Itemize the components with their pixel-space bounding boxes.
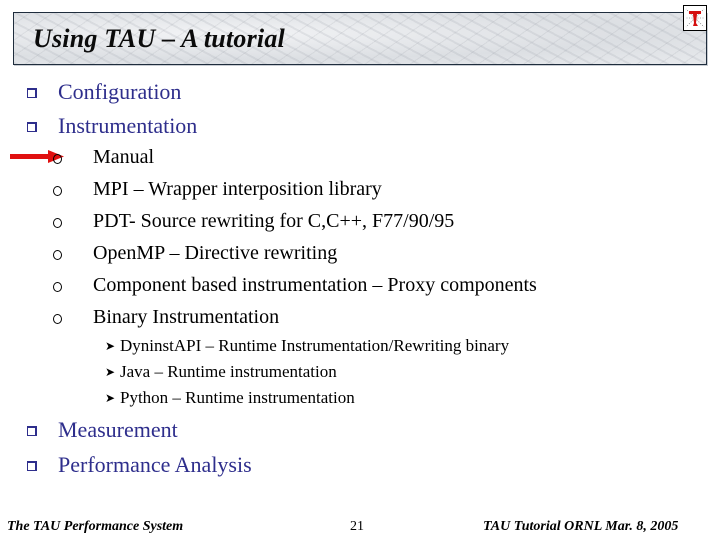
bullet-label: Performance Analysis: [58, 452, 252, 477]
sub-item-label: Binary Instrumentation: [93, 306, 280, 328]
binary-item-label: DyninstAPI – Runtime Instrumentation/Rew…: [120, 336, 510, 355]
sub-item-label: Manual: [93, 146, 155, 168]
page-number: 21: [350, 519, 364, 534]
bullet-label: Measurement: [58, 417, 178, 442]
circle-bullet-icon: [53, 282, 62, 292]
sub-item-label: MPI – Wrapper interposition library: [93, 178, 382, 200]
circle-bullet-icon: [53, 250, 62, 260]
footer-left: The TAU Performance System: [7, 519, 184, 534]
arrowhead-bullet-icon: ➤: [105, 339, 116, 353]
arrowhead-bullet-icon: ➤: [105, 365, 116, 379]
slide-title: Using TAU – A tutorial: [33, 24, 285, 53]
binary-item-label: Java – Runtime instrumentation: [120, 362, 337, 381]
square-bullet-icon: [27, 461, 37, 471]
sub-item-label: PDT- Source rewriting for C,C++, F77/90/…: [93, 210, 455, 232]
square-bullet-icon: [27, 88, 37, 98]
square-bullet-icon: [27, 426, 37, 436]
circle-bullet-icon: [53, 154, 62, 164]
circle-bullet-icon: [53, 186, 62, 196]
sub-item-label: Component based instrumentation – Proxy …: [93, 274, 537, 296]
bullet-label: Configuration: [58, 79, 182, 104]
square-bullet-icon: [27, 122, 37, 132]
arrowhead-bullet-icon: ➤: [105, 391, 116, 405]
circle-bullet-icon: [53, 218, 62, 228]
circle-bullet-icon: [53, 314, 62, 324]
bullet-label: Instrumentation: [58, 113, 198, 138]
sub-item-label: OpenMP – Directive rewriting: [93, 242, 338, 264]
title-banner: Using TAU – A tutorial: [13, 12, 707, 65]
tau-logo-icon: [683, 5, 707, 31]
footer-right: TAU Tutorial ORNL Mar. 8, 2005: [483, 519, 679, 534]
binary-item-label: Python – Runtime instrumentation: [120, 388, 355, 407]
